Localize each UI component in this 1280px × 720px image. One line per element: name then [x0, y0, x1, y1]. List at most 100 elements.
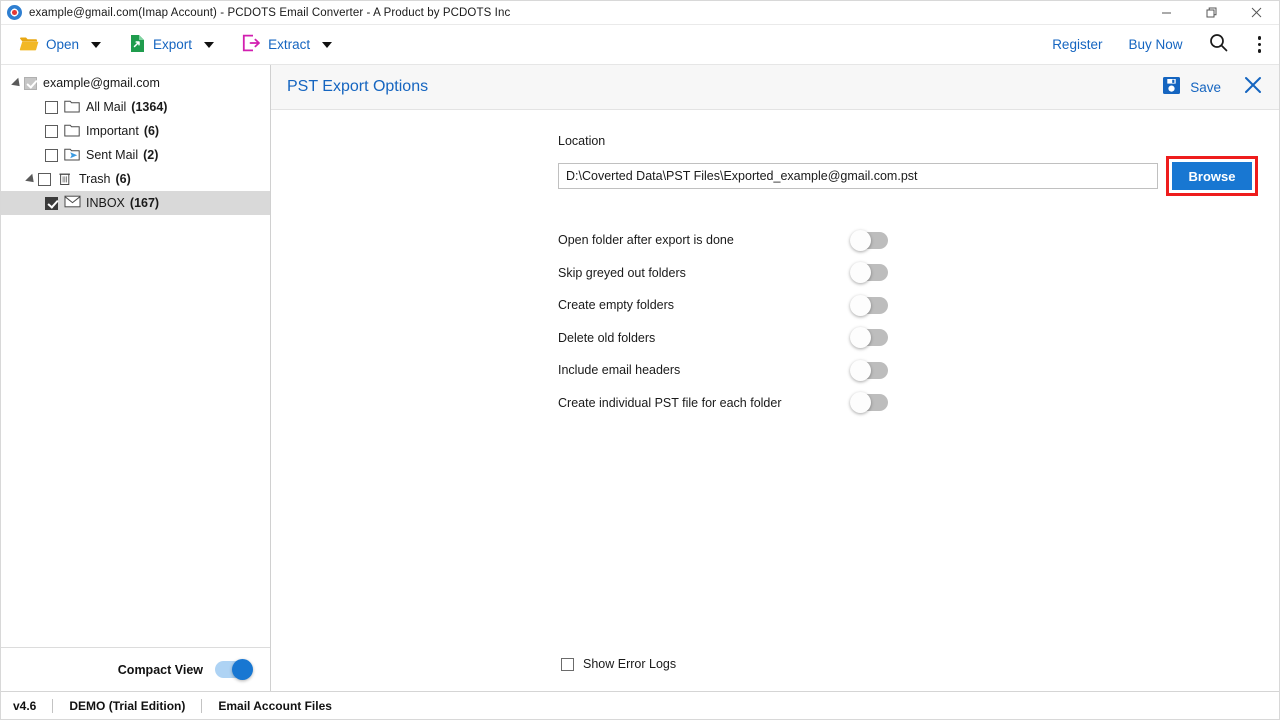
- option-row-create-empty: Create empty folders: [558, 289, 888, 322]
- show-error-logs-label: Show Error Logs: [583, 657, 677, 671]
- browse-highlight: Browse: [1166, 156, 1258, 196]
- show-error-logs-row[interactable]: Show Error Logs: [561, 657, 676, 671]
- compact-view-label: Compact View: [117, 662, 203, 677]
- create-empty-toggle[interactable]: [850, 294, 888, 316]
- main-toolbar: Open Export Extract Register Buy Now: [1, 25, 1279, 65]
- delete-old-toggle[interactable]: [850, 327, 888, 349]
- toolbar-export-button[interactable]: Export: [121, 30, 222, 60]
- minimize-button[interactable]: [1144, 1, 1189, 25]
- tree-item-inbox[interactable]: INBOX (167): [1, 191, 270, 215]
- account-checkbox[interactable]: [24, 76, 37, 90]
- window-title: example@gmail.com(Imap Account) - PCDOTS…: [29, 6, 511, 19]
- tree-item-account[interactable]: example@gmail.com: [1, 71, 270, 95]
- option-label: Create individual PST file for each fold…: [558, 395, 782, 410]
- save-button-label: Save: [1190, 79, 1221, 95]
- chevron-down-icon[interactable]: [91, 41, 102, 48]
- tree-item-count: (1364): [131, 100, 168, 114]
- tree-item-count: (6): [143, 124, 160, 138]
- envelope-icon: [64, 195, 81, 211]
- browse-button[interactable]: Browse: [1172, 162, 1252, 190]
- restore-button[interactable]: [1189, 1, 1234, 25]
- panel-actions: Save: [1162, 75, 1263, 100]
- toolbar-extract-label: Extract: [268, 37, 311, 52]
- floppy-save-icon: [1162, 76, 1181, 98]
- tree-item-count: (167): [129, 196, 160, 210]
- status-version: v4.6: [13, 698, 37, 713]
- content-area: example@gmail.com All Mail (1364) Import…: [1, 65, 1279, 691]
- status-divider: [52, 698, 54, 713]
- folder-sidebar: example@gmail.com All Mail (1364) Import…: [1, 65, 271, 691]
- important-checkbox[interactable]: [45, 124, 58, 138]
- option-row-email-headers: Include email headers: [558, 354, 888, 387]
- kebab-menu-icon[interactable]: [1254, 36, 1266, 53]
- toolbar-extract-button[interactable]: Extract: [234, 30, 340, 59]
- option-label: Open folder after export is done: [558, 233, 734, 248]
- register-link[interactable]: Register: [1052, 37, 1102, 52]
- application-window: example@gmail.com(Imap Account) - PCDOTS…: [0, 0, 1280, 720]
- collapse-triangle-icon[interactable]: [11, 77, 24, 90]
- close-button[interactable]: [1234, 1, 1279, 25]
- export-document-icon: [129, 34, 146, 56]
- tree-item-count: (2): [143, 148, 159, 162]
- tree-item-trash[interactable]: Trash (6): [1, 167, 270, 191]
- tree-item-label: Trash: [79, 172, 111, 186]
- tree-item-label: INBOX: [86, 196, 125, 210]
- individual-pst-toggle[interactable]: [850, 392, 888, 414]
- location-label: Location: [558, 134, 606, 148]
- tree-item-label: Sent Mail: [86, 148, 139, 162]
- open-folder-icon: [19, 35, 39, 55]
- tree-item-sent-mail[interactable]: Sent Mail (2): [1, 143, 270, 167]
- folder-icon: [64, 99, 80, 115]
- tree-item-label: example@gmail.com: [43, 76, 160, 90]
- email-headers-toggle[interactable]: [850, 359, 888, 381]
- save-button[interactable]: Save: [1162, 76, 1221, 98]
- chevron-down-icon[interactable]: [322, 41, 333, 48]
- page-title: PST Export Options: [287, 78, 429, 95]
- window-controls: [1144, 1, 1279, 25]
- collapse-triangle-icon[interactable]: [25, 173, 38, 186]
- search-icon[interactable]: [1209, 33, 1228, 57]
- option-label: Include email headers: [558, 363, 681, 378]
- app-icon: [7, 5, 22, 20]
- status-divider: [201, 698, 203, 713]
- export-options-panel: PST Export Options Save Location D:\Cove…: [271, 65, 1279, 691]
- compact-view-bar: Compact View: [1, 647, 270, 691]
- skip-greyed-toggle[interactable]: [850, 262, 888, 284]
- option-row-delete-old: Delete old folders: [558, 322, 888, 355]
- option-label: Delete old folders: [558, 330, 656, 345]
- toolbar-open-button[interactable]: Open: [11, 31, 109, 59]
- compact-view-toggle[interactable]: [215, 659, 253, 680]
- options-list: Open folder after export is done Skip gr…: [271, 224, 1279, 419]
- option-row-open-folder: Open folder after export is done: [558, 224, 888, 257]
- tree-item-label: Important: [86, 124, 139, 138]
- toolbar-open-label: Open: [46, 37, 80, 52]
- toolbar-export-label: Export: [153, 37, 193, 52]
- title-bar: example@gmail.com(Imap Account) - PCDOTS…: [1, 1, 1279, 25]
- sent-folder-icon: [64, 147, 80, 163]
- panel-body: Location D:\Coverted Data\PST Files\Expo…: [271, 110, 1279, 691]
- trash-checkbox[interactable]: [38, 172, 51, 186]
- option-label: Create empty folders: [558, 298, 675, 313]
- buy-now-link[interactable]: Buy Now: [1128, 37, 1182, 52]
- status-bar: v4.6 DEMO (Trial Edition) Email Account …: [1, 691, 1279, 719]
- location-input[interactable]: D:\Coverted Data\PST Files\Exported_exam…: [558, 163, 1158, 189]
- open-folder-toggle[interactable]: [850, 229, 888, 251]
- option-row-skip-greyed: Skip greyed out folders: [558, 257, 888, 290]
- option-label: Skip greyed out folders: [558, 265, 686, 280]
- folder-icon: [64, 123, 80, 139]
- chevron-down-icon[interactable]: [204, 41, 215, 48]
- all-mail-checkbox[interactable]: [45, 100, 58, 114]
- panel-header: PST Export Options Save: [271, 65, 1279, 110]
- tree-item-count: (6): [115, 172, 131, 186]
- tree-item-important[interactable]: Important (6): [1, 119, 270, 143]
- inbox-checkbox[interactable]: [45, 196, 58, 210]
- status-mode: Email Account Files: [218, 698, 332, 713]
- sent-mail-checkbox[interactable]: [45, 148, 58, 162]
- close-x-icon[interactable]: [1243, 75, 1263, 100]
- show-error-logs-checkbox[interactable]: [561, 657, 574, 671]
- tree-item-all-mail[interactable]: All Mail (1364): [1, 95, 270, 119]
- trash-icon: [57, 171, 73, 187]
- location-row: D:\Coverted Data\PST Files\Exported_exam…: [558, 156, 1279, 196]
- toolbar-right-group: Register Buy Now: [1052, 33, 1265, 57]
- status-edition: DEMO (Trial Edition): [69, 698, 186, 713]
